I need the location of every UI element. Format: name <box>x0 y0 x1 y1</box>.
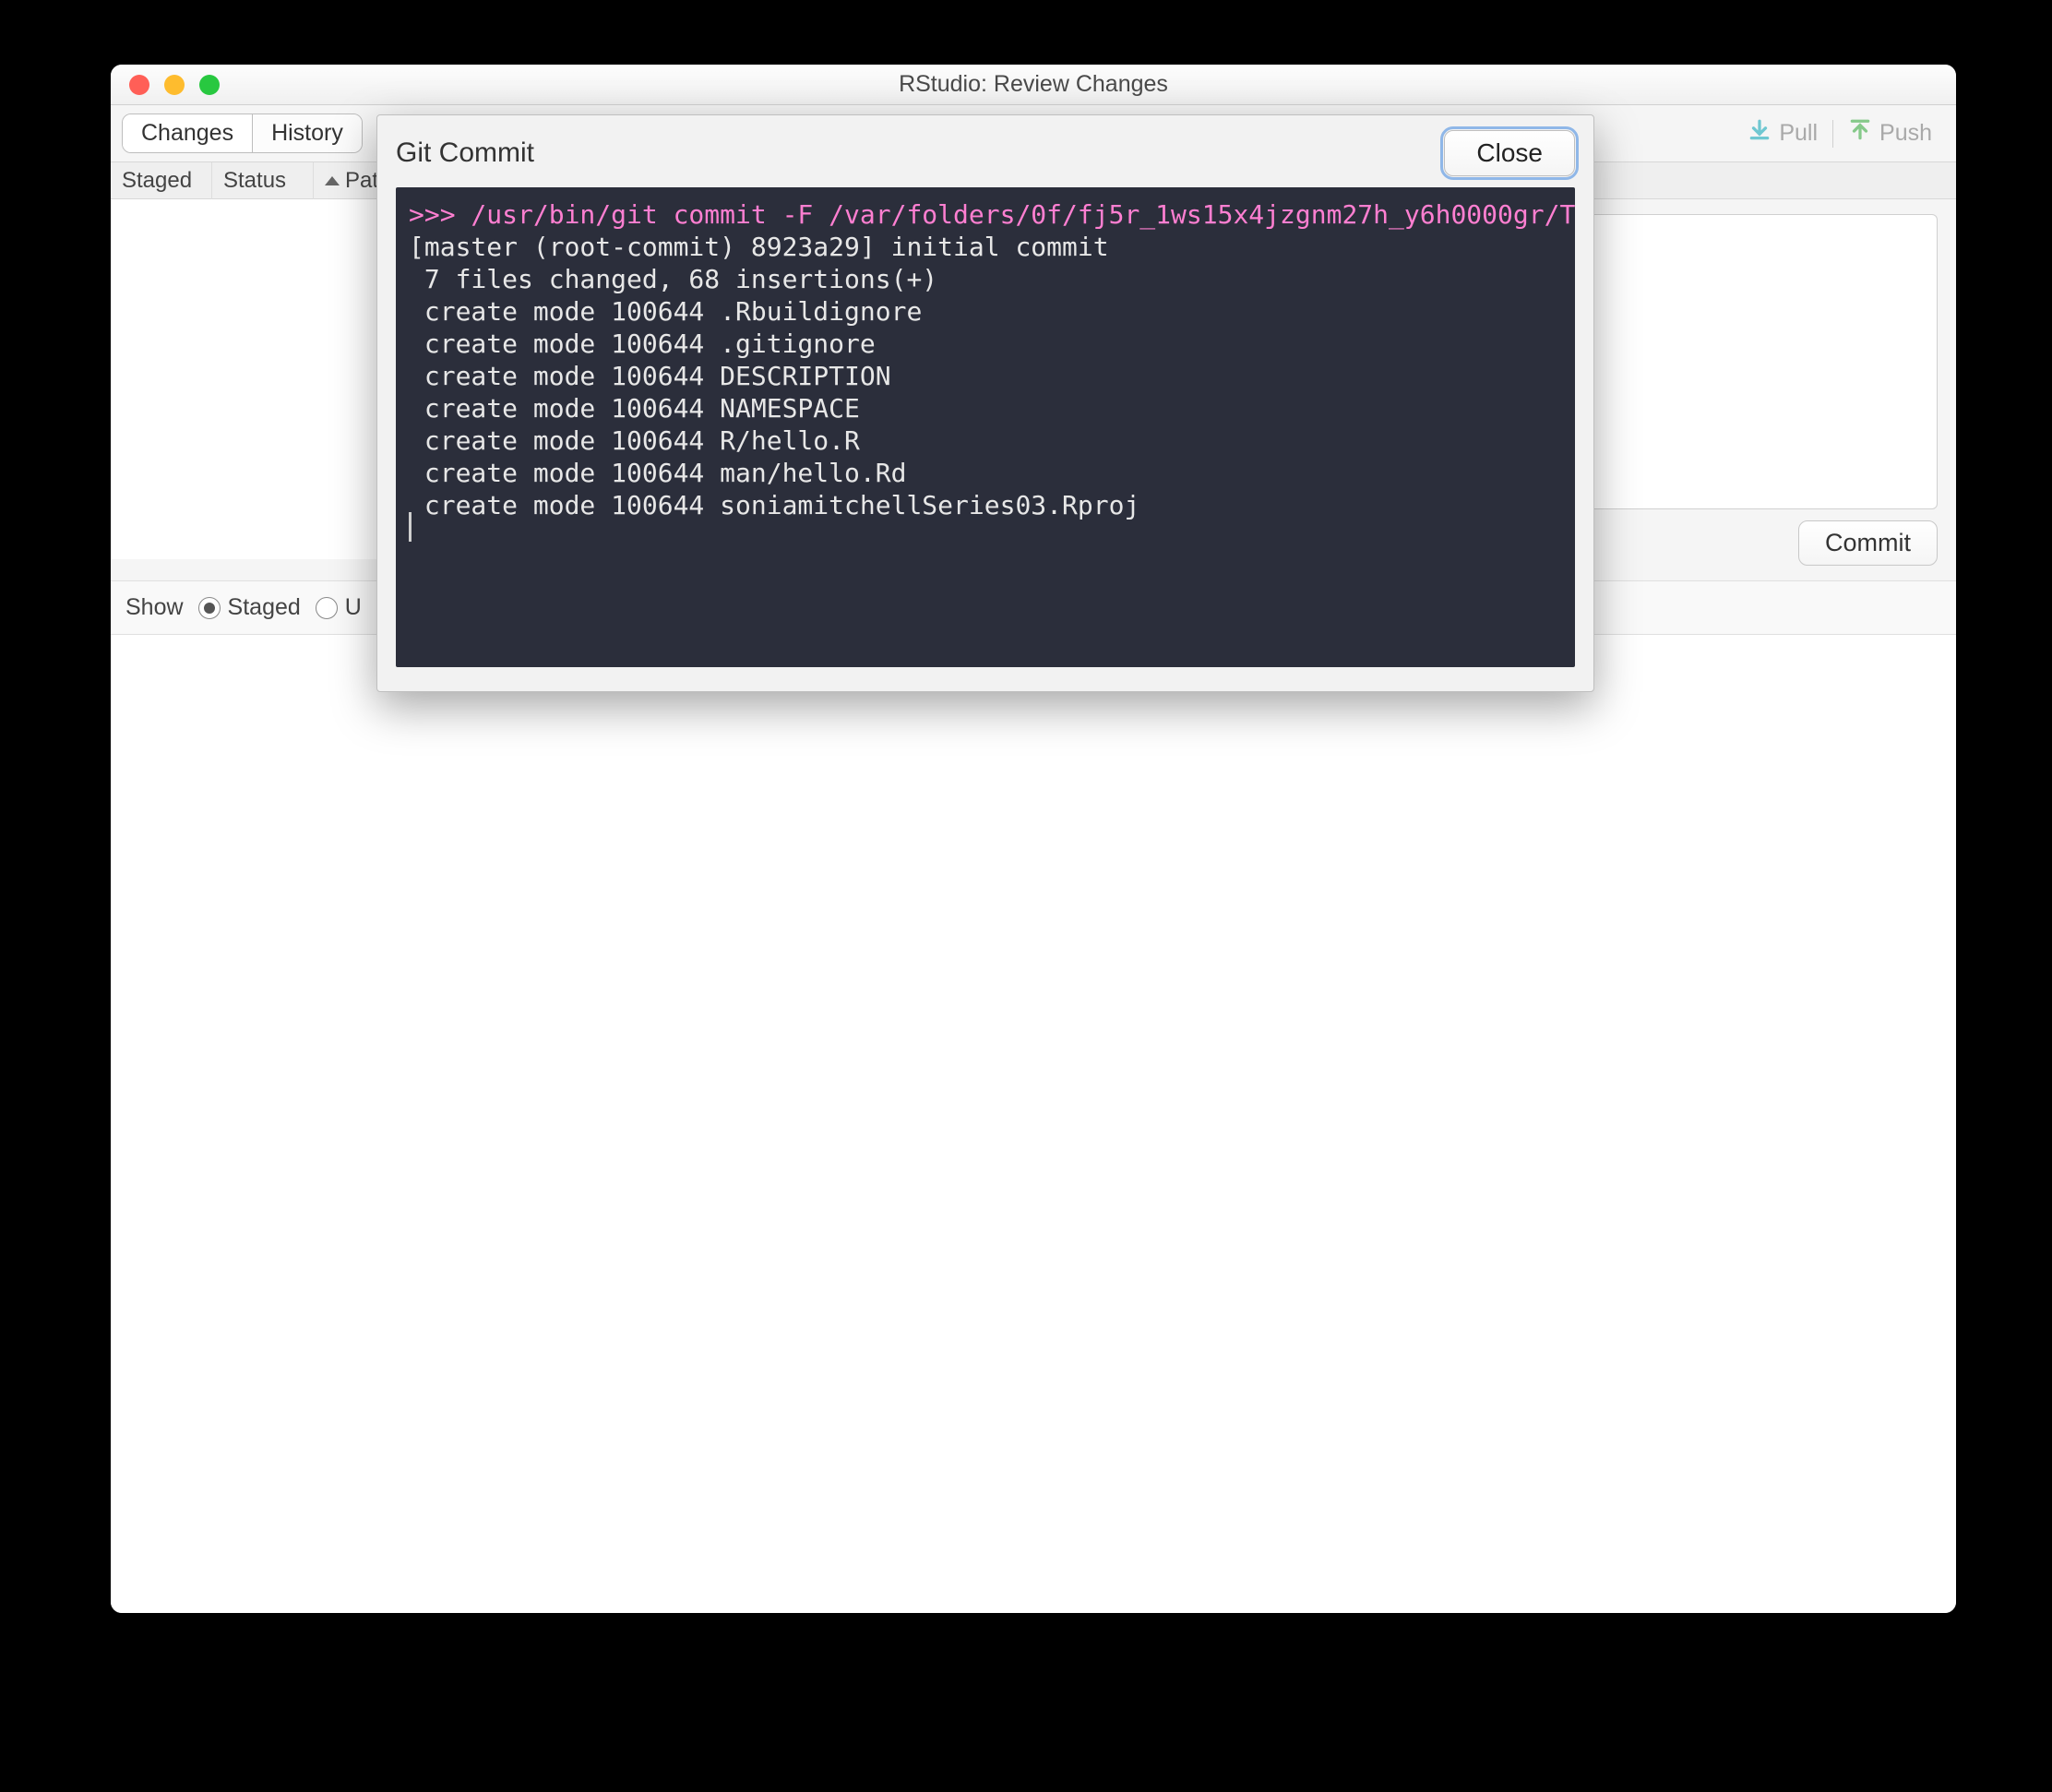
col-staged[interactable]: Staged <box>111 162 212 199</box>
terminal-command: >>> /usr/bin/git commit -F /var/folders/… <box>409 199 1575 230</box>
pull-button[interactable]: Pull <box>1735 114 1831 152</box>
pull-label: Pull <box>1779 120 1818 147</box>
git-commit-modal: Git Commit Close >>> /usr/bin/git commit… <box>376 114 1594 692</box>
terminal-line: create mode 100644 .gitignore <box>409 329 876 359</box>
pull-icon <box>1748 118 1772 149</box>
terminal-line: create mode 100644 man/hello.Rd <box>409 458 906 488</box>
radio-staged[interactable]: Staged <box>198 594 301 621</box>
view-segmented-control: Changes History <box>122 113 363 153</box>
modal-title: Git Commit <box>396 137 534 169</box>
radio-unselected-icon <box>316 597 338 619</box>
push-button[interactable]: Push <box>1835 114 1945 152</box>
window-close-icon[interactable] <box>129 75 149 95</box>
window-minimize-icon[interactable] <box>164 75 185 95</box>
radio-selected-icon <box>198 597 221 619</box>
push-icon <box>1848 118 1872 149</box>
traffic-lights <box>111 75 220 95</box>
tab-history[interactable]: History <box>252 114 362 152</box>
col-status[interactable]: Status <box>212 162 314 199</box>
toolbar-separator <box>1832 120 1833 148</box>
radio-staged-label: Staged <box>228 594 301 621</box>
window-zoom-icon[interactable] <box>199 75 220 95</box>
radio-unstaged[interactable]: U <box>316 594 362 621</box>
terminal-line: create mode 100644 soniamitchellSeries03… <box>409 490 1139 520</box>
terminal-line: 7 files changed, 68 insertions(+) <box>409 264 937 294</box>
titlebar: RStudio: Review Changes <box>111 65 1956 105</box>
col-path-label: Pat <box>345 168 378 194</box>
terminal-line: create mode 100644 R/hello.R <box>409 425 860 456</box>
terminal-cursor-icon <box>409 512 412 542</box>
commit-button[interactable]: Commit <box>1798 520 1938 566</box>
show-label: Show <box>125 594 184 621</box>
terminal-line: create mode 100644 DESCRIPTION <box>409 361 891 391</box>
sort-ascending-icon <box>325 176 340 185</box>
modal-header: Git Commit Close <box>396 130 1575 176</box>
terminal-line: create mode 100644 NAMESPACE <box>409 393 860 424</box>
push-label: Push <box>1879 120 1932 147</box>
tab-changes[interactable]: Changes <box>123 114 252 152</box>
terminal-line: create mode 100644 .Rbuildignore <box>409 296 922 327</box>
terminal-output[interactable]: >>> /usr/bin/git commit -F /var/folders/… <box>396 187 1575 667</box>
terminal-line: [master (root-commit) 8923a29] initial c… <box>409 232 1109 262</box>
diff-viewer[interactable] <box>111 635 1956 1613</box>
file-list[interactable] <box>111 199 378 559</box>
close-button[interactable]: Close <box>1444 130 1575 176</box>
radio-unstaged-label: U <box>345 594 362 621</box>
window-title: RStudio: Review Changes <box>111 71 1956 98</box>
